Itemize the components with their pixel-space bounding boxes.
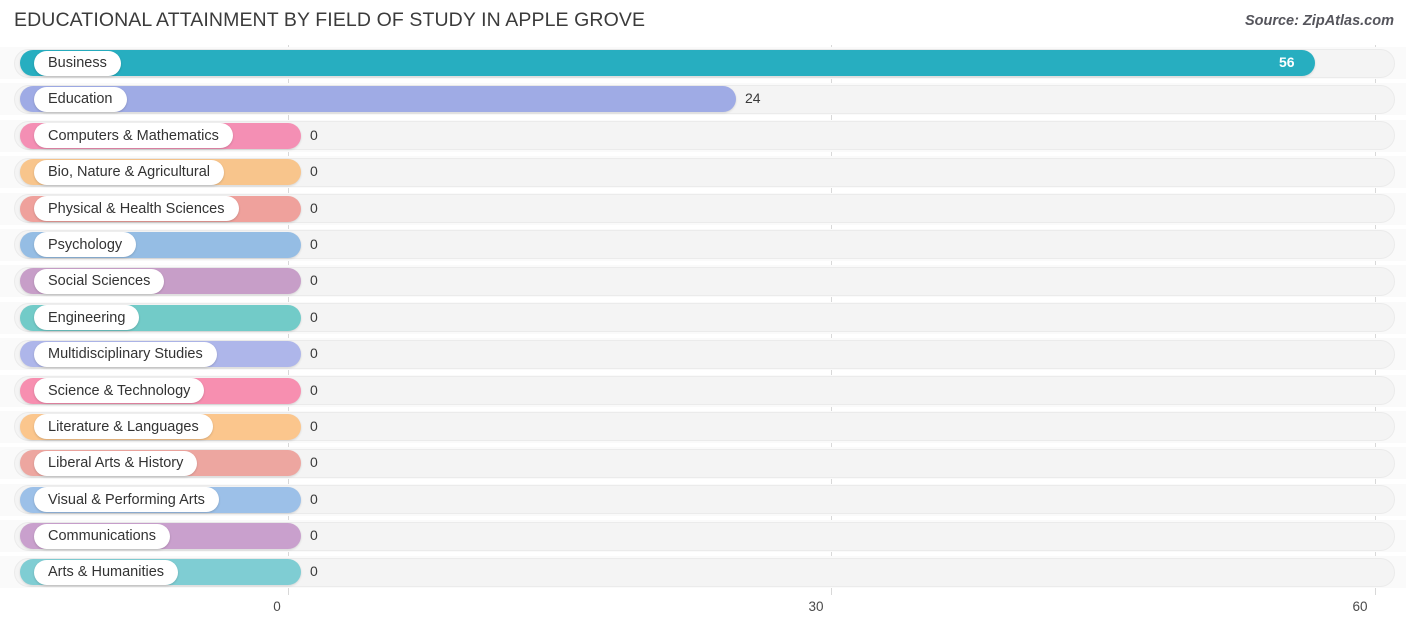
x-axis: 0 30 60 (0, 595, 1406, 631)
x-tick-label: 60 (1352, 599, 1368, 614)
bar-row: Engineering 0 (0, 300, 1406, 336)
bar[interactable] (20, 50, 1315, 76)
bar-value-label: 24 (745, 90, 761, 107)
category-label: Bio, Nature & Agricultural (48, 164, 210, 181)
bar-value-label: 0 (310, 199, 318, 216)
bar-rows: Business 56 Education 24 Computers & Mathema… (0, 45, 1406, 591)
bar-row: Bio, Nature & Agricultural 0 (0, 154, 1406, 190)
category-label-pill: Computers & Mathematics (34, 123, 233, 149)
bar-value-label: 0 (310, 126, 318, 143)
category-label: Computers & Mathematics (48, 127, 219, 144)
bar-value-label: 0 (310, 454, 318, 471)
category-label-pill: Physical & Health Sciences (34, 196, 239, 222)
x-tick-label: 0 (273, 599, 281, 614)
bar-row: Liberal Arts & History 0 (0, 445, 1406, 481)
bar-value-label: 0 (310, 272, 318, 289)
source-attribution: Source: ZipAtlas.com (1244, 13, 1394, 29)
bar-row: Psychology 0 (0, 227, 1406, 263)
category-label: Visual & Performing Arts (48, 491, 205, 508)
category-label-pill: Education (34, 86, 127, 112)
bar-value-label: 0 (310, 345, 318, 362)
bar-value-label: 0 (310, 490, 318, 507)
bar-row: Science & Technology 0 (0, 373, 1406, 409)
category-label: Business (48, 55, 107, 71)
category-label-pill: Visual & Performing Arts (34, 487, 219, 513)
bar-value-label: 0 (310, 235, 318, 252)
category-label-pill: Psychology (34, 232, 137, 258)
category-label-pill: Science & Technology (34, 378, 205, 404)
category-label-pill: Engineering (34, 305, 140, 331)
category-label: Liberal Arts & History (48, 455, 184, 472)
bar[interactable] (20, 86, 736, 113)
category-label: Social Sciences (48, 273, 151, 290)
category-label: Psychology (48, 236, 123, 253)
bar-row: Business 56 (0, 45, 1406, 81)
bar-value-label: 0 (310, 527, 318, 544)
bar-row: Physical & Health Sciences 0 (0, 191, 1406, 227)
bar-value-label: 0 (310, 163, 318, 180)
category-label-pill: Liberal Arts & History (34, 450, 198, 476)
category-label-pill: Social Sciences (34, 268, 165, 294)
bar-row: Visual & Performing Arts 0 (0, 482, 1406, 518)
page-title: EDUCATIONAL ATTAINMENT BY FIELD OF STUDY… (14, 9, 646, 31)
bar-value-label: 0 (310, 417, 318, 434)
category-label-pill: Arts & Humanities (34, 559, 179, 585)
category-label: Communications (48, 528, 156, 545)
category-label: Education (48, 91, 113, 108)
bar-row: Social Sciences 0 (0, 263, 1406, 299)
category-label: Arts & Humanities (48, 564, 165, 581)
x-tick-label: 30 (808, 599, 824, 614)
category-label: Science & Technology (48, 382, 191, 399)
category-label-pill: Bio, Nature & Agricultural (34, 159, 224, 185)
category-label-pill: Literature & Languages (34, 414, 213, 440)
category-label-pill: Communications (34, 523, 170, 549)
bar-row: Multidisciplinary Studies 0 (0, 336, 1406, 372)
category-label: Multidisciplinary Studies (48, 346, 203, 363)
bar-row: Communications 0 (0, 518, 1406, 554)
category-label: Physical & Health Sciences (48, 200, 225, 217)
bar-value-label: 56 (1279, 54, 1295, 70)
chart-plot-area: Business 56 Education 24 Computers & Mathema… (0, 45, 1406, 595)
chart-header: EDUCATIONAL ATTAINMENT BY FIELD OF STUDY… (0, 0, 1406, 45)
category-label: Literature & Languages (48, 418, 199, 435)
bar-value-label: 0 (310, 381, 318, 398)
bar-value-label: 0 (310, 563, 318, 580)
bar-row: Arts & Humanities 0 (0, 554, 1406, 590)
category-label: Engineering (48, 309, 126, 326)
bar-row: Literature & Languages 0 (0, 409, 1406, 445)
category-label-pill: Multidisciplinary Studies (34, 341, 217, 367)
bar-row: Education 24 (0, 81, 1406, 117)
bar-row: Computers & Mathematics 0 (0, 118, 1406, 154)
category-label-pill: Business (34, 50, 121, 76)
bar-value-label: 0 (310, 308, 318, 325)
